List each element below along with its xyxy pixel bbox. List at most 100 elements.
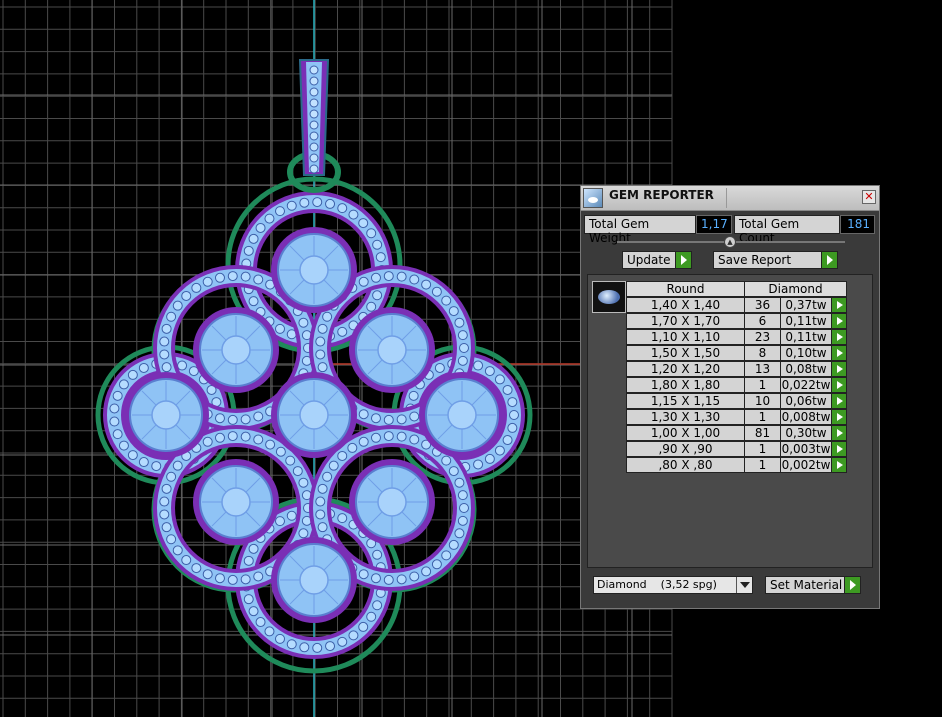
- collapse-toggle-icon[interactable]: ▲: [724, 236, 736, 248]
- gem-table-row: 1,70 X 1,70 6 0,11tw: [626, 313, 848, 329]
- titlebar-divider: [726, 188, 727, 208]
- select-gems-arrow-icon[interactable]: [831, 313, 847, 329]
- select-gems-arrow-icon[interactable]: [831, 425, 847, 441]
- pave-gem: [248, 233, 259, 244]
- select-gems-arrow-icon[interactable]: [831, 297, 847, 313]
- pave-gem: [161, 522, 172, 533]
- gem-count-cell: 10: [744, 393, 781, 409]
- gem-count-cell: 1: [744, 441, 781, 457]
- save-report-button[interactable]: Save Report: [713, 251, 838, 269]
- pave-gem: [202, 436, 213, 447]
- select-gems-arrow-icon[interactable]: [831, 393, 847, 409]
- gem-size-cell: 1,40 X 1,40: [626, 297, 745, 313]
- pave-gem: [166, 534, 177, 545]
- gem-size-cell: 1,20 X 1,20: [626, 361, 745, 377]
- material-dropdown[interactable]: Diamond (3,52 spg): [593, 576, 753, 594]
- total-gem-count-value: 181: [840, 215, 875, 234]
- select-gems-arrow-icon[interactable]: [831, 409, 847, 425]
- pave-gem: [358, 409, 369, 420]
- center-stone-facet: [447, 400, 477, 430]
- update-button-label: Update: [627, 253, 671, 267]
- pave-gem: [337, 203, 348, 214]
- pave-gem: [159, 336, 170, 347]
- gem-size-cell: 1,80 X 1,80: [626, 377, 745, 393]
- pave-gem: [396, 414, 407, 425]
- gem-size-cell: ,90 X ,90: [626, 441, 745, 457]
- pave-gem: [431, 559, 442, 570]
- pave-gem: [328, 460, 339, 471]
- gem-weight-cell: 0,37tw: [780, 297, 832, 313]
- pave-gem: [127, 450, 138, 461]
- pave-gem: [138, 362, 149, 373]
- pave-gem: [315, 509, 326, 520]
- pave-gem: [275, 323, 285, 334]
- pave-gem: [253, 411, 264, 422]
- pave-gem: [253, 274, 264, 285]
- select-gems-arrow-icon[interactable]: [831, 329, 847, 345]
- pave-gem: [275, 446, 286, 457]
- select-gems-arrow-icon[interactable]: [831, 441, 847, 457]
- pave-gem: [286, 200, 297, 211]
- gem-reporter-panel: GEM REPORTER ✕ Total Gem Weight 1,17 Tot…: [580, 185, 880, 609]
- select-gems-arrow-icon[interactable]: [831, 361, 847, 377]
- panel-titlebar[interactable]: GEM REPORTER ✕: [581, 186, 879, 211]
- pave-gem: [243, 594, 254, 605]
- pave-gem: [214, 413, 225, 424]
- pave-gem: [253, 571, 264, 582]
- gem-weight-cell: 0,002tw: [780, 457, 832, 473]
- gem-weight-cell: 0,11tw: [780, 313, 832, 329]
- pave-gem: [457, 515, 468, 526]
- pave-gem: [473, 360, 484, 371]
- gem-table-row: 1,00 X 1,00 81 0,30tw: [626, 425, 848, 441]
- gem-weight-cell: 0,11tw: [780, 329, 832, 345]
- pave-gem: [275, 206, 285, 217]
- pave-gem: [337, 326, 348, 337]
- pave-gem: [509, 410, 519, 420]
- pave-gem: [172, 300, 183, 311]
- select-gems-arrow-icon[interactable]: [831, 457, 847, 473]
- gem-weight-cell: 0,003tw: [780, 441, 832, 457]
- pave-gem: [317, 362, 328, 373]
- gem-size-cell: ,80 X ,80: [626, 457, 745, 473]
- center-stone-facet: [221, 487, 251, 517]
- gem-weight-cell: 0,008tw: [780, 409, 832, 425]
- gem-table-row: 1,10 X 1,10 23 0,11tw: [626, 329, 848, 345]
- gem-size-cell: 1,10 X 1,10: [626, 329, 745, 345]
- pave-gem: [502, 435, 513, 446]
- pave-gem: [285, 455, 296, 466]
- pave-gem: [112, 390, 123, 401]
- pave-gem: [454, 528, 465, 539]
- save-report-button-label: Save Report: [718, 253, 792, 267]
- pave-gem: [366, 301, 377, 312]
- pave-gem: [191, 563, 202, 574]
- round-gem-thumbnail-icon[interactable]: [592, 281, 626, 313]
- pave-gem: [243, 245, 254, 256]
- pave-gem: [109, 403, 120, 414]
- pave-gem: [372, 549, 383, 560]
- gem-count-cell: 8: [744, 345, 781, 361]
- set-material-button[interactable]: Set Material: [765, 576, 861, 594]
- close-icon[interactable]: ✕: [862, 190, 876, 204]
- pave-gem: [448, 466, 459, 477]
- chevron-down-icon[interactable]: [736, 577, 752, 593]
- center-stone-facet: [299, 255, 329, 285]
- pave-gem: [161, 362, 172, 373]
- gem-count-cell: 6: [744, 313, 781, 329]
- gem-count-cell: 1: [744, 409, 781, 425]
- pave-gem: [161, 323, 172, 334]
- update-button[interactable]: Update: [622, 251, 692, 269]
- pave-gem: [375, 252, 386, 263]
- pave-gem: [325, 641, 336, 652]
- pave-gem: [299, 642, 310, 653]
- gem-weight-cell: 0,022tw: [780, 377, 832, 393]
- pave-gem: [366, 228, 377, 239]
- pave-gem: [502, 384, 513, 395]
- select-gems-arrow-icon[interactable]: [831, 345, 847, 361]
- select-gems-arrow-icon[interactable]: [831, 377, 847, 393]
- pave-gem: [383, 431, 394, 442]
- gem-reporter-icon: [583, 188, 603, 208]
- pave-gem: [227, 271, 238, 282]
- gem-table-row: 1,20 X 1,20 13 0,08tw: [626, 361, 848, 377]
- bail-gem: [309, 109, 319, 119]
- pave-gem: [421, 566, 432, 577]
